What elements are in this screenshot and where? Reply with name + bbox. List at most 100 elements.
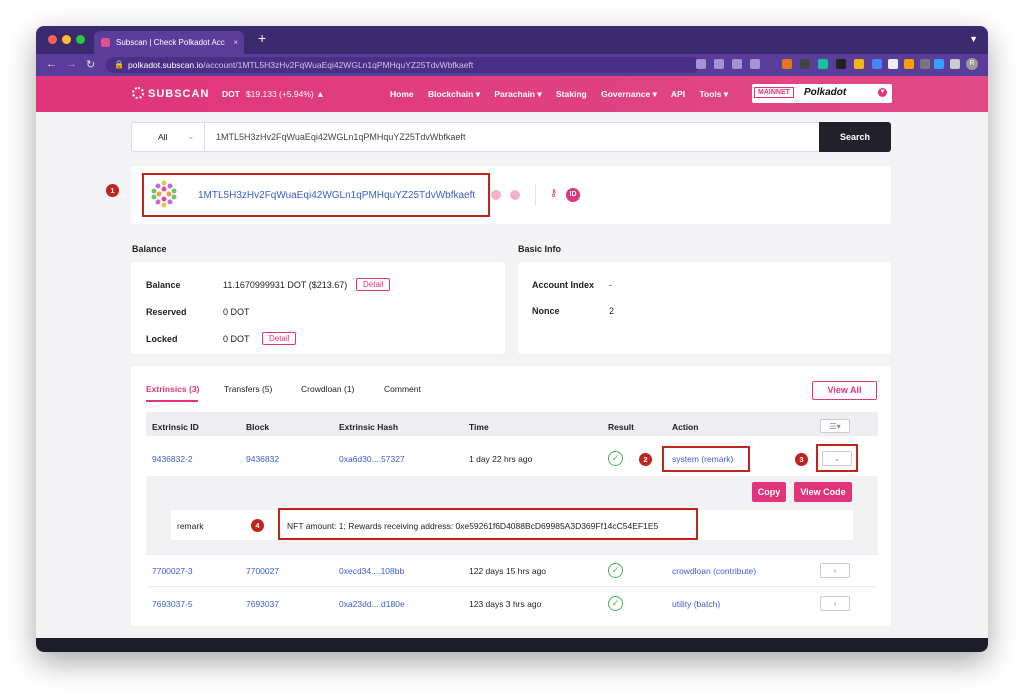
row2-expand-button[interactable]: ›: [820, 563, 850, 578]
nonce-label: Nonce: [532, 306, 560, 316]
chevron-down-icon[interactable]: ⌄: [187, 131, 195, 142]
row3-block[interactable]: 7693037: [246, 599, 279, 609]
column-block: Block: [246, 422, 270, 432]
search-filter-select[interactable]: All: [158, 132, 167, 142]
row1-expand-button[interactable]: ⌄: [822, 451, 852, 466]
locked-label: Locked: [146, 334, 178, 344]
row1-action[interactable]: system (remark): [672, 454, 733, 464]
share-icon[interactable]: [732, 59, 742, 69]
account-address[interactable]: 1MTL5H3zHv2FqWuaEqi42WGLn1qPMHquYZ25TdvW…: [198, 190, 475, 201]
site-footer: [36, 638, 988, 652]
extension-icon[interactable]: [800, 59, 810, 69]
tab-comment[interactable]: Comment: [384, 384, 421, 394]
minimize-window-button[interactable]: [62, 35, 71, 44]
nav-home[interactable]: Home: [390, 89, 414, 99]
back-arrow-icon[interactable]: ←: [46, 58, 57, 70]
row1-time: 1 day 22 hrs ago: [469, 454, 533, 464]
row1-hash[interactable]: 0xa6d30....57327: [339, 454, 405, 464]
site-header: SUBSCAN DOT $19.133 (+5.94%) ▲ Home Block…: [36, 76, 988, 112]
view-all-button[interactable]: View All: [812, 381, 877, 400]
extension-icon[interactable]: [920, 59, 930, 69]
subscan-logo-icon: [132, 87, 144, 99]
extension-icon[interactable]: [872, 59, 882, 69]
key-icon[interactable]: [696, 59, 706, 69]
param-name: remark: [177, 521, 204, 531]
nav-api[interactable]: API: [671, 89, 685, 99]
balance-label: Balance: [146, 280, 181, 290]
translate-icon[interactable]: [714, 59, 724, 69]
lock-icon: 🔒: [114, 60, 124, 69]
row2-action[interactable]: crowdloan (contribute): [672, 566, 756, 576]
row2-block[interactable]: 7700027: [246, 566, 279, 576]
network-name: Polkadot: [804, 87, 847, 98]
search-button[interactable]: Search: [819, 122, 891, 152]
view-code-button[interactable]: View Code: [794, 482, 852, 502]
extension-icon[interactable]: [904, 59, 914, 69]
locked-value: 0 DOT: [223, 334, 250, 344]
identicon-avatar: [151, 180, 177, 208]
balance-title: Balance: [132, 244, 167, 254]
nav-parachain[interactable]: Parachain ▾: [494, 89, 541, 99]
annotation-marker-2: 2: [639, 453, 652, 466]
binance-extension-icon[interactable]: [854, 59, 864, 69]
row1-extrinsic-id[interactable]: 9436832-2: [152, 454, 193, 464]
grammarly-extension-icon[interactable]: [818, 59, 828, 69]
column-filter-icon[interactable]: ☰▾: [820, 419, 850, 433]
maximize-window-button[interactable]: [76, 35, 85, 44]
mainnet-badge: MAINNET: [754, 87, 794, 98]
param-value: NFT amount: 1; Rewards receiving address…: [287, 521, 659, 531]
account-index-label: Account Index: [532, 280, 595, 290]
row2-hash[interactable]: 0xecd34....108bb: [339, 566, 404, 576]
url-domain: polkadot.subscan.io: [128, 60, 204, 70]
tab-close-icon[interactable]: ×: [233, 31, 238, 54]
browser-tab[interactable]: Subscan | Check Polkadot Acc ×: [94, 31, 244, 54]
extension-icon[interactable]: [888, 59, 898, 69]
divider: [535, 184, 536, 206]
qrcode-icon[interactable]: [510, 190, 520, 200]
forward-arrow-icon[interactable]: →: [66, 58, 77, 70]
success-check-icon: ✓: [608, 596, 623, 611]
nav-staking[interactable]: Staking: [556, 89, 587, 99]
account-index-value: -: [609, 280, 612, 290]
profile-avatar[interactable]: R: [966, 58, 978, 70]
success-check-icon: ✓: [608, 451, 623, 466]
tab-transfers[interactable]: Transfers (5): [224, 384, 272, 394]
row3-expand-button[interactable]: ›: [820, 596, 850, 611]
close-window-button[interactable]: [48, 35, 57, 44]
search-input[interactable]: 1MTL5H3zHv2FqWuaEqi42WGLn1qPMHquYZ25TdvW…: [216, 132, 465, 142]
row2-extrinsic-id[interactable]: 7700027-3: [152, 566, 193, 576]
puzzle-extensions-icon[interactable]: [950, 59, 960, 69]
extension-icon[interactable]: [934, 59, 944, 69]
bookmark-star-icon[interactable]: [750, 59, 760, 69]
copy-icon[interactable]: [491, 190, 501, 200]
nav-governance[interactable]: Governance ▾: [601, 89, 657, 99]
metamask-extension-icon[interactable]: [782, 59, 792, 69]
row1-block[interactable]: 9436832: [246, 454, 279, 464]
column-time: Time: [469, 422, 489, 432]
new-tab-button[interactable]: +: [258, 30, 266, 46]
reload-icon[interactable]: ↻: [86, 58, 95, 71]
browser-window: Subscan | Check Polkadot Acc × + ▼ ← → ↻…: [36, 26, 988, 652]
extension-icon[interactable]: [836, 59, 846, 69]
column-extrinsic-hash: Extrinsic Hash: [339, 422, 399, 432]
tab-extrinsics[interactable]: Extrinsics (3): [146, 384, 199, 394]
locked-detail-button[interactable]: Detail: [262, 332, 297, 345]
address-bar[interactable]: 🔒 polkadot.subscan.io/account/1MTL5H3zHv…: [106, 57, 700, 73]
copy-button[interactable]: Copy: [752, 482, 786, 502]
tab-crowdloan[interactable]: Crowdloan (1): [301, 384, 354, 394]
token-price: DOT $19.133 (+5.94%) ▲: [222, 89, 325, 99]
row3-extrinsic-id[interactable]: 7693037-5: [152, 599, 193, 609]
annotation-marker-3: 3: [795, 453, 808, 466]
network-selector[interactable]: MAINNET Polkadot ▼: [752, 84, 892, 103]
active-tab-indicator: [146, 400, 198, 402]
balance-detail-button[interactable]: Detail: [356, 278, 391, 291]
row3-action[interactable]: utility (batch): [672, 599, 720, 609]
key-icon[interactable]: ⚷: [550, 188, 557, 199]
row3-hash[interactable]: 0xa23dd....d180e: [339, 599, 405, 609]
identity-badge[interactable]: ID: [566, 188, 580, 202]
nav-blockchain[interactable]: Blockchain ▾: [428, 89, 480, 99]
row2-time: 122 days 15 hrs ago: [469, 566, 547, 576]
subscan-logo[interactable]: SUBSCAN: [132, 87, 209, 100]
nav-tools[interactable]: Tools ▾: [699, 89, 728, 99]
tab-list-chevron-icon[interactable]: ▼: [969, 34, 978, 44]
